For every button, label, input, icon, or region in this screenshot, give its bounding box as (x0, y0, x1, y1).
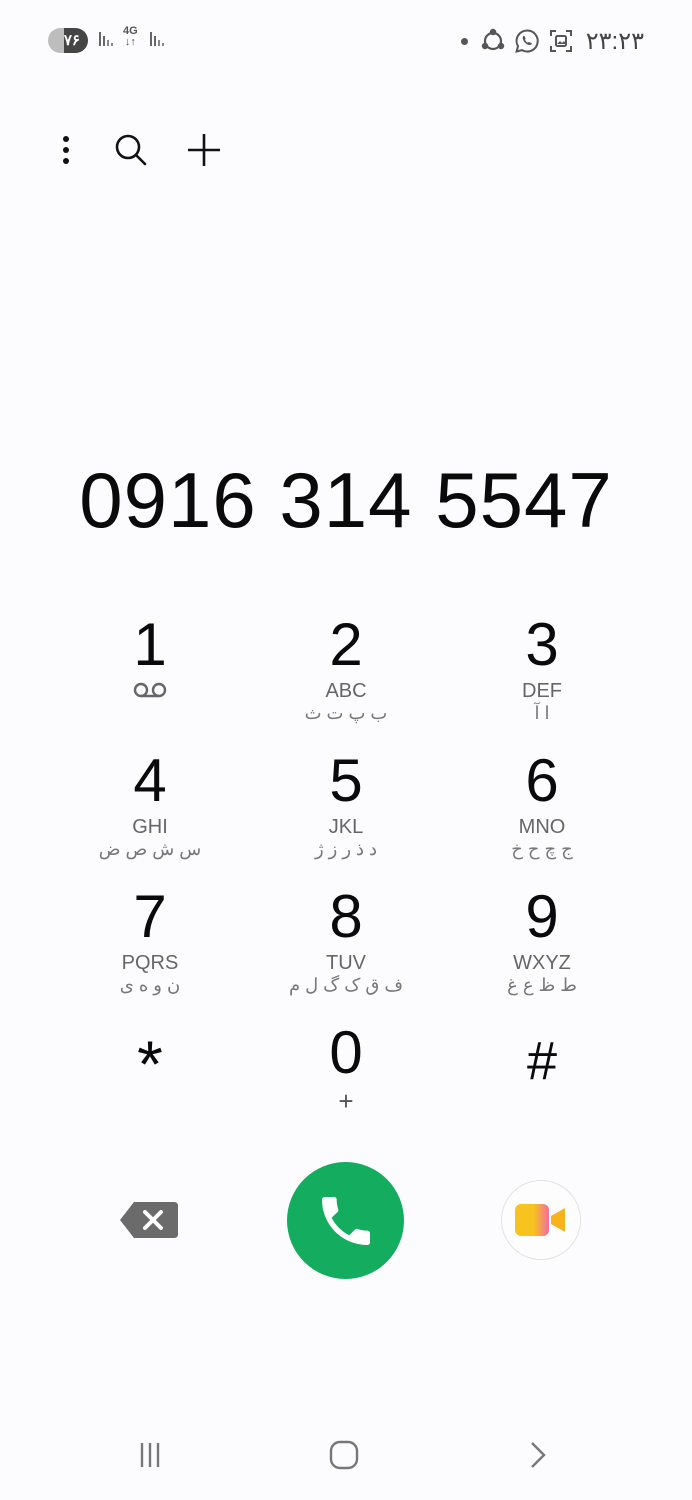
key-8[interactable]: 8 TUV ف ق ک گ ل م (248, 882, 444, 1018)
action-row (0, 1160, 692, 1280)
key-persian-letters: ا آ (534, 703, 550, 723)
status-right-group: ۲۳:۲۳ (460, 26, 644, 56)
key-0[interactable]: 0 + (248, 1018, 444, 1154)
key-plus: + (338, 1086, 354, 1116)
key-persian-letters: س ش ص ض (98, 839, 202, 859)
search-button[interactable] (109, 128, 153, 172)
key-digit: 8 (329, 883, 363, 950)
key-persian-letters: ف ق ک گ ل م (288, 975, 404, 995)
key-5[interactable]: 5 JKL د ذ ر ز ژ (248, 746, 444, 882)
home-icon (329, 1440, 359, 1470)
key-persian-letters: ب پ ت ث (304, 703, 388, 723)
back-button[interactable] (518, 1435, 558, 1475)
video-call-icon (515, 1204, 565, 1236)
key-digit: 3 (525, 611, 559, 678)
dot-icon (460, 37, 468, 45)
key-digit: 5 (329, 747, 363, 814)
voicemail-icon (52, 680, 248, 702)
add-contact-icon (188, 134, 220, 166)
share-icon (481, 28, 504, 51)
key-digit: * (137, 1027, 163, 1101)
key-6[interactable]: 6 MNO ج چ ح خ (444, 746, 640, 882)
recents-button[interactable] (130, 1435, 170, 1475)
key-letters: WXYZ (513, 952, 571, 974)
key-digit: 9 (525, 883, 559, 950)
backspace-button[interactable] (118, 1200, 180, 1240)
back-icon (531, 1442, 546, 1468)
phone-icon (321, 1196, 370, 1245)
key-letters: ABC (325, 680, 367, 702)
key-persian-letters: ج چ ح خ (511, 839, 573, 859)
key-star[interactable]: * (52, 1018, 248, 1154)
key-letters: JKL (328, 816, 364, 838)
key-digit: 2 (329, 611, 363, 678)
key-letters: TUV (326, 952, 366, 974)
key-letters: DEF (522, 680, 562, 702)
key-2[interactable]: 2 ABC ب پ ت ث (248, 610, 444, 746)
lte-icon: 4G ↓↑ (123, 26, 138, 48)
key-hash[interactable]: # (444, 1018, 640, 1154)
dial-keypad: 1 2 ABC ب پ ت ث 3 DEF ا آ 4 GHI س ش ص ض … (52, 610, 640, 1154)
battery-indicator: ۷۶ (48, 28, 88, 53)
whatsapp-icon (514, 29, 539, 53)
key-persian-letters: د ذ ر ز ژ (314, 839, 378, 859)
system-nav-bar (0, 1430, 692, 1480)
more-options-button[interactable] (44, 128, 88, 172)
key-digit: # (526, 1031, 558, 1091)
key-digit: 1 (133, 611, 167, 678)
key-digit: 4 (133, 747, 167, 814)
key-persian-letters: ط ظ ع غ (507, 975, 577, 995)
search-icon (115, 134, 147, 166)
call-button[interactable] (287, 1162, 404, 1279)
key-1[interactable]: 1 (52, 610, 248, 746)
key-letters: PQRS (121, 952, 179, 974)
key-3[interactable]: 3 DEF ا آ (444, 610, 640, 746)
key-9[interactable]: 9 WXYZ ط ظ ع غ (444, 882, 640, 1018)
status-bar: ۷۶ 4G ↓↑ ۲۳:۲۳ (0, 24, 692, 58)
key-persian-letters: ن و ه ی (119, 975, 181, 995)
more-options-icon (63, 136, 69, 164)
data-arrows-icon: ↓↑ (124, 36, 136, 48)
backspace-icon (120, 1202, 178, 1238)
key-4[interactable]: 4 GHI س ش ص ض (52, 746, 248, 882)
recents-icon (140, 1443, 160, 1467)
video-call-button[interactable] (501, 1180, 581, 1260)
key-letters: GHI (132, 816, 168, 838)
clock: ۲۳:۲۳ (585, 27, 644, 55)
key-7[interactable]: 7 PQRS ن و ه ی (52, 882, 248, 1018)
key-digit: 0 (329, 1019, 363, 1086)
dialed-number[interactable]: 0916 314 5547 (0, 455, 692, 545)
key-digit: 7 (133, 883, 167, 950)
screenshot-icon (549, 30, 572, 52)
battery-level: ۷۶ (63, 32, 80, 49)
home-button[interactable] (324, 1435, 364, 1475)
signal-icon (150, 32, 164, 46)
signal-icon (99, 32, 113, 46)
key-letters: MNO (518, 816, 566, 838)
key-digit: 6 (525, 747, 559, 814)
add-contact-button[interactable] (182, 128, 226, 172)
